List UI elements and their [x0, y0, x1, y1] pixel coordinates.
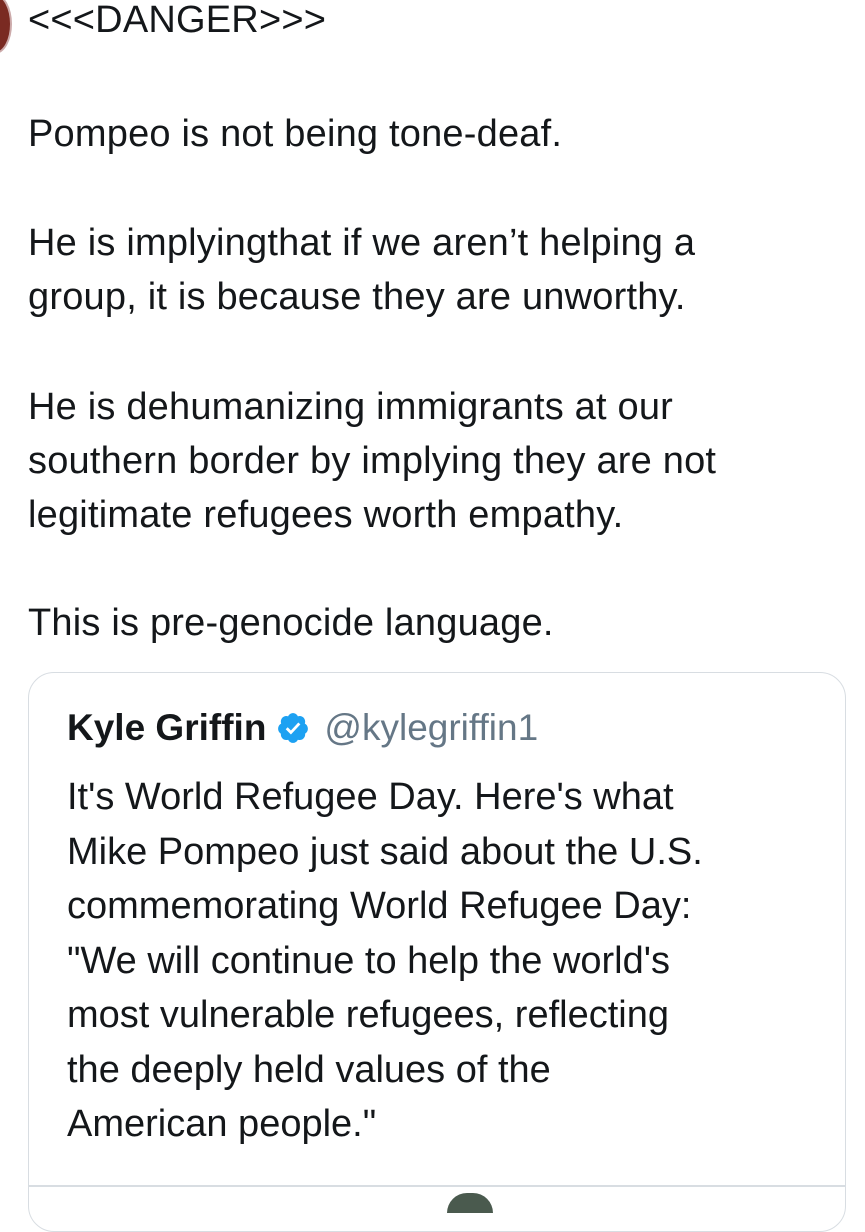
quoted-author-handle[interactable]: @kylegriffin1 [324, 707, 538, 749]
quoted-tweet-header: Kyle Griffin @kylegriffin1 [67, 703, 538, 753]
media-divider [29, 1185, 845, 1187]
quoted-tweet-card[interactable]: Kyle Griffin @kylegriffin1 It's World Re… [28, 672, 846, 1232]
tweet-paragraph-4: This is pre-genocide language. [28, 602, 554, 644]
verified-badge-icon [276, 711, 310, 745]
tweet-paragraph-3: He is dehumanizing immigrants at our sou… [28, 386, 717, 536]
tweet-paragraph-2: He is implyingthat if we aren’t helping … [28, 222, 696, 318]
tweet-paragraph-1: Pompeo is not being tone-deaf. [28, 113, 563, 155]
quoted-author-name[interactable]: Kyle Griffin [67, 707, 266, 749]
quoted-tweet-text: It's World Refugee Day. Here's what Mike… [67, 776, 703, 1145]
tweet-line-danger: <<<DANGER>>> [28, 0, 327, 41]
quoted-media-preview[interactable] [447, 1193, 493, 1213]
avatar[interactable] [0, 0, 12, 54]
